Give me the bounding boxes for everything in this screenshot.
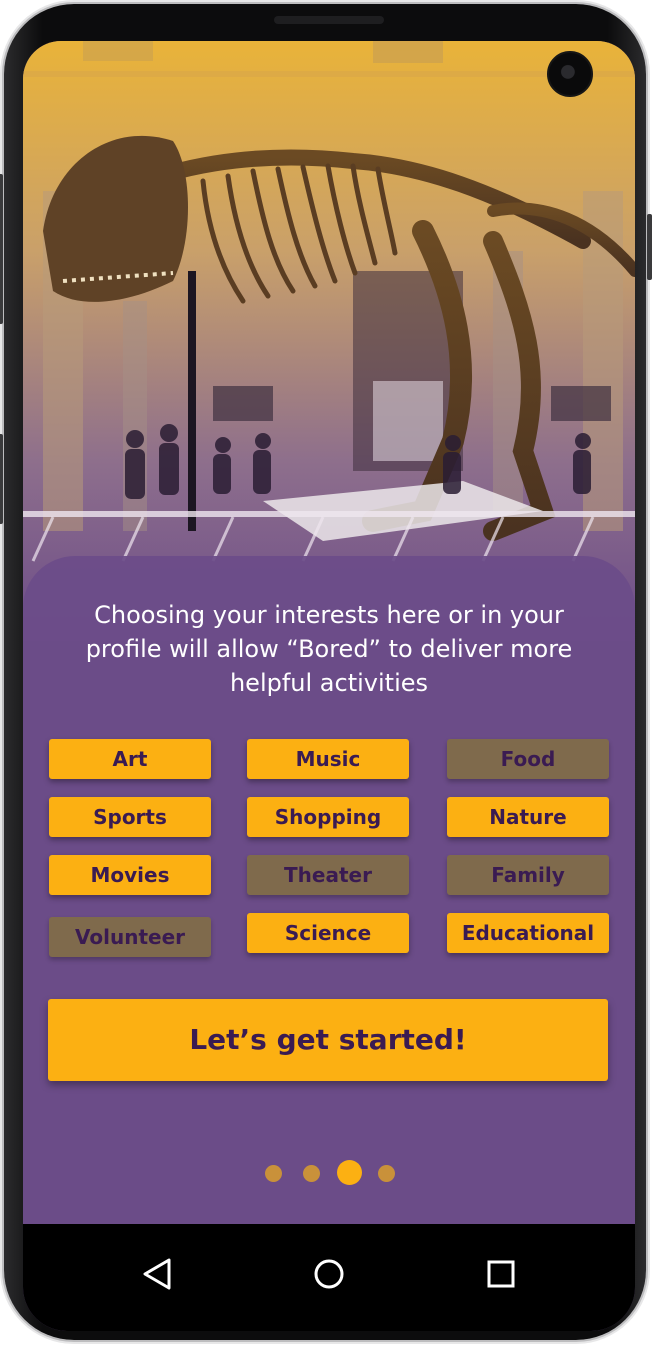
recents-square-icon xyxy=(487,1260,515,1288)
front-camera xyxy=(547,51,593,97)
system-nav-bar xyxy=(23,1224,635,1331)
intro-text: Choosing your interests here or in your … xyxy=(85,601,573,697)
interest-chip-shopping[interactable]: Shopping xyxy=(247,797,409,837)
bixby-button xyxy=(0,434,3,524)
nav-recents-button[interactable] xyxy=(473,1246,529,1302)
nav-back-button[interactable] xyxy=(129,1246,185,1302)
earpiece-speaker xyxy=(274,16,384,24)
interest-chip-volunteer[interactable]: Volunteer xyxy=(49,917,211,957)
hero-image xyxy=(23,41,635,641)
get-started-button[interactable]: Let’s get started! xyxy=(48,999,608,1081)
back-triangle-icon xyxy=(143,1258,171,1290)
interest-chip-nature[interactable]: Nature xyxy=(447,797,609,837)
interest-chip-science[interactable]: Science xyxy=(247,913,409,953)
home-circle-icon xyxy=(314,1259,344,1289)
interest-chip-sports[interactable]: Sports xyxy=(49,797,211,837)
power-button xyxy=(647,214,652,280)
interest-chip-music[interactable]: Music xyxy=(247,739,409,779)
pager-dot-4[interactable] xyxy=(378,1165,395,1182)
pager-dot-2[interactable] xyxy=(303,1165,320,1182)
interest-chip-educational[interactable]: Educational xyxy=(447,913,609,953)
interests-panel: Choosing your interests here or in your … xyxy=(23,556,635,1224)
volume-button xyxy=(0,174,3,324)
phone-frame: Choosing your interests here or in your … xyxy=(0,4,652,1340)
pager-dot-3[interactable] xyxy=(337,1160,362,1185)
interest-chip-movies[interactable]: Movies xyxy=(49,855,211,895)
interest-chip-family[interactable]: Family xyxy=(447,855,609,895)
interest-chip-theater[interactable]: Theater xyxy=(247,855,409,895)
interest-chip-food[interactable]: Food xyxy=(447,739,609,779)
pager-dot-1[interactable] xyxy=(265,1165,282,1182)
interest-chip-art[interactable]: Art xyxy=(49,739,211,779)
dinosaur-photo xyxy=(23,41,635,641)
app-screen: Choosing your interests here or in your … xyxy=(23,41,635,1331)
nav-home-button[interactable] xyxy=(301,1246,357,1302)
